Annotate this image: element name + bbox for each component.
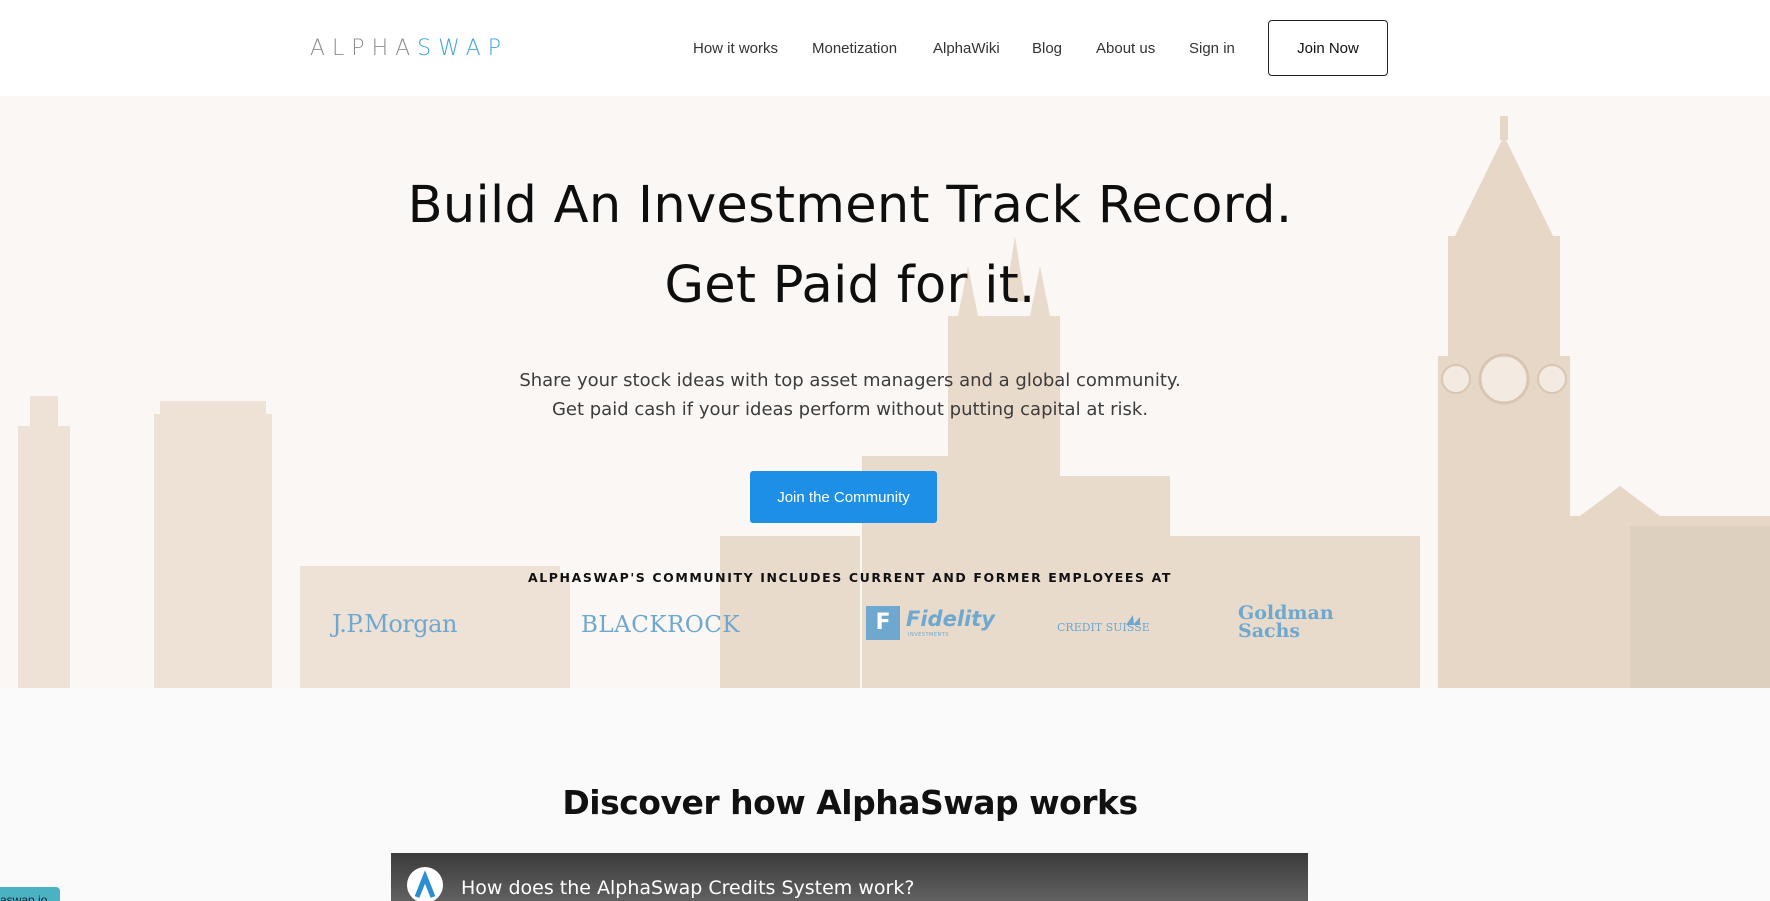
nav-about-us[interactable]: About us	[1096, 40, 1155, 57]
logo-text-swap: SWAP	[417, 36, 509, 61]
fidelity-icon: F	[866, 606, 900, 640]
fidelity-logo-subtext: INVESTMENTS	[908, 632, 949, 638]
nav-blog[interactable]: Blog	[1032, 40, 1062, 57]
video-title[interactable]: How does the AlphaSwap Credits System wo…	[461, 877, 914, 899]
alphaswap-a-icon	[414, 870, 436, 898]
blackrock-logo: BLACKROCK	[581, 612, 741, 638]
nav-alphawiki[interactable]: AlphaWiki	[933, 40, 1000, 57]
nav-sign-in[interactable]: Sign in	[1189, 40, 1235, 57]
nav-how-it-works[interactable]: How it works	[693, 40, 778, 57]
hero-section: Build An Investment Track Record. Get Pa…	[0, 96, 1770, 688]
creditsuisse-sails-icon	[1126, 615, 1140, 625]
nav-monetization[interactable]: Monetization	[812, 40, 897, 57]
hero-headline-line2: Get Paid for it.	[664, 256, 1036, 315]
goldman-sachs-logo-line2: Sachs	[1238, 620, 1301, 642]
fidelity-logo: Fidelity	[906, 607, 995, 631]
jpmorgan-logo: J.P.Morgan	[332, 610, 457, 638]
community-label: ALPHASWAP'S COMMUNITY INCLUDES CURRENT A…	[527, 570, 1173, 585]
hero-headline-line1: Build An Investment Track Record.	[407, 176, 1293, 235]
channel-avatar[interactable]	[407, 867, 443, 901]
alphaswap-logo[interactable]: ALPHASWAP	[310, 36, 508, 61]
site-header: ALPHASWAP How it works Monetization Alph…	[0, 0, 1770, 96]
discover-section-title: Discover how AlphaSwap works	[562, 783, 1138, 822]
hero-subtitle-line2: Get paid cash if your ideas perform with…	[551, 399, 1149, 420]
join-now-button[interactable]: Join Now	[1268, 20, 1388, 76]
video-player[interactable]: How does the AlphaSwap Credits System wo…	[391, 853, 1308, 901]
hero-subtitle-line1: Share your stock ideas with top asset ma…	[519, 370, 1181, 391]
logo-text-alpha: ALPHA	[310, 36, 418, 61]
goldman-sachs-logo: Goldman Sachs	[1238, 604, 1334, 642]
join-the-community-button[interactable]: Join the Community	[750, 471, 937, 523]
site-badge[interactable]: aswap.io	[0, 887, 60, 901]
